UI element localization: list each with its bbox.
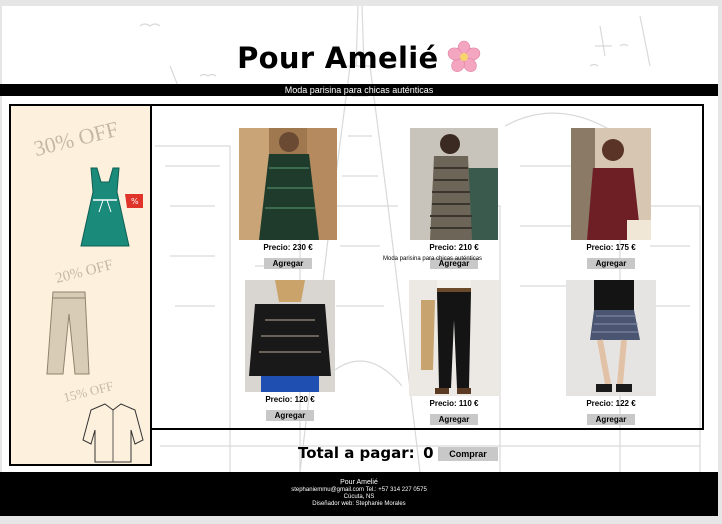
product-image[interactable]: [410, 128, 498, 240]
product-image[interactable]: [245, 280, 335, 392]
product-price: Precio: 122 €: [586, 399, 636, 408]
tagline: Moda parisina para chicas auténticas: [284, 85, 434, 95]
page-title: Pour Amelié: [237, 41, 439, 75]
footer-designer: Diseñador web: Stephanie Morales: [312, 501, 406, 507]
product-card: Precio: 175 € Agregar: [570, 128, 652, 271]
blouse-icon: [82, 403, 144, 463]
overlay-tagline: Moda parisina para chicas auténticas: [383, 256, 483, 262]
product-image[interactable]: [566, 280, 656, 396]
add-to-cart-button[interactable]: Agregar: [264, 258, 312, 269]
product-price: Precio: 120 €: [265, 395, 315, 404]
product-card: Precio: 122 € Agregar: [566, 280, 656, 427]
add-to-cart-button[interactable]: Agregar: [430, 414, 478, 425]
cart-total: Total a pagar: 0 €: [298, 444, 449, 466]
window-frame-right: [718, 0, 722, 524]
footer: Pour Amelié stephaniemmu@gmail.com Tel.:…: [0, 472, 718, 516]
svg-text:%: %: [131, 197, 139, 206]
footer-city: Cúcuta, NS: [343, 494, 375, 500]
product-card: Precio: 110 € Agregar: [408, 280, 500, 427]
window-frame-bottom: [0, 516, 722, 524]
add-to-cart-button[interactable]: Agregar: [587, 414, 635, 425]
dress-icon: %: [80, 167, 143, 247]
product-image[interactable]: [571, 128, 651, 240]
promo-label: 30% OFF: [31, 115, 121, 162]
product-image[interactable]: [239, 128, 337, 240]
footer-contact: stephaniemmu@gmail.com Tel.: +57 314 227…: [291, 487, 427, 493]
promo-sidebar: 30% OFF % 20% OFF 15% OFF: [9, 104, 152, 466]
product-price: Precio: 110 €: [429, 399, 479, 408]
add-to-cart-button[interactable]: Agregar: [587, 258, 635, 269]
buy-button[interactable]: Comprar: [438, 447, 498, 461]
product-image[interactable]: [409, 280, 499, 396]
promo-label: 20% OFF: [53, 257, 115, 287]
product-grid: Precio: 230 € Agregar Precio: 210 € Agre…: [152, 104, 704, 430]
tagline-bar: Moda parisina para chicas auténticas: [0, 84, 718, 96]
product-card: Precio: 120 € Agregar: [244, 280, 336, 423]
footer-brand: Pour Amelié: [340, 479, 378, 486]
product-card: Precio: 210 € Agregar: [408, 128, 500, 271]
trousers-icon: [46, 291, 90, 375]
product-price: Precio: 210 €: [429, 243, 479, 252]
total-label: Total a pagar:: [298, 444, 415, 462]
product-price: Precio: 230 €: [263, 243, 313, 252]
product-price: Precio: 175 €: [586, 243, 636, 252]
add-to-cart-button[interactable]: Agregar: [266, 410, 314, 421]
header: Pour Amelié: [0, 40, 718, 80]
product-card: Precio: 230 € Agregar: [238, 128, 338, 271]
flower-icon: [447, 40, 481, 72]
